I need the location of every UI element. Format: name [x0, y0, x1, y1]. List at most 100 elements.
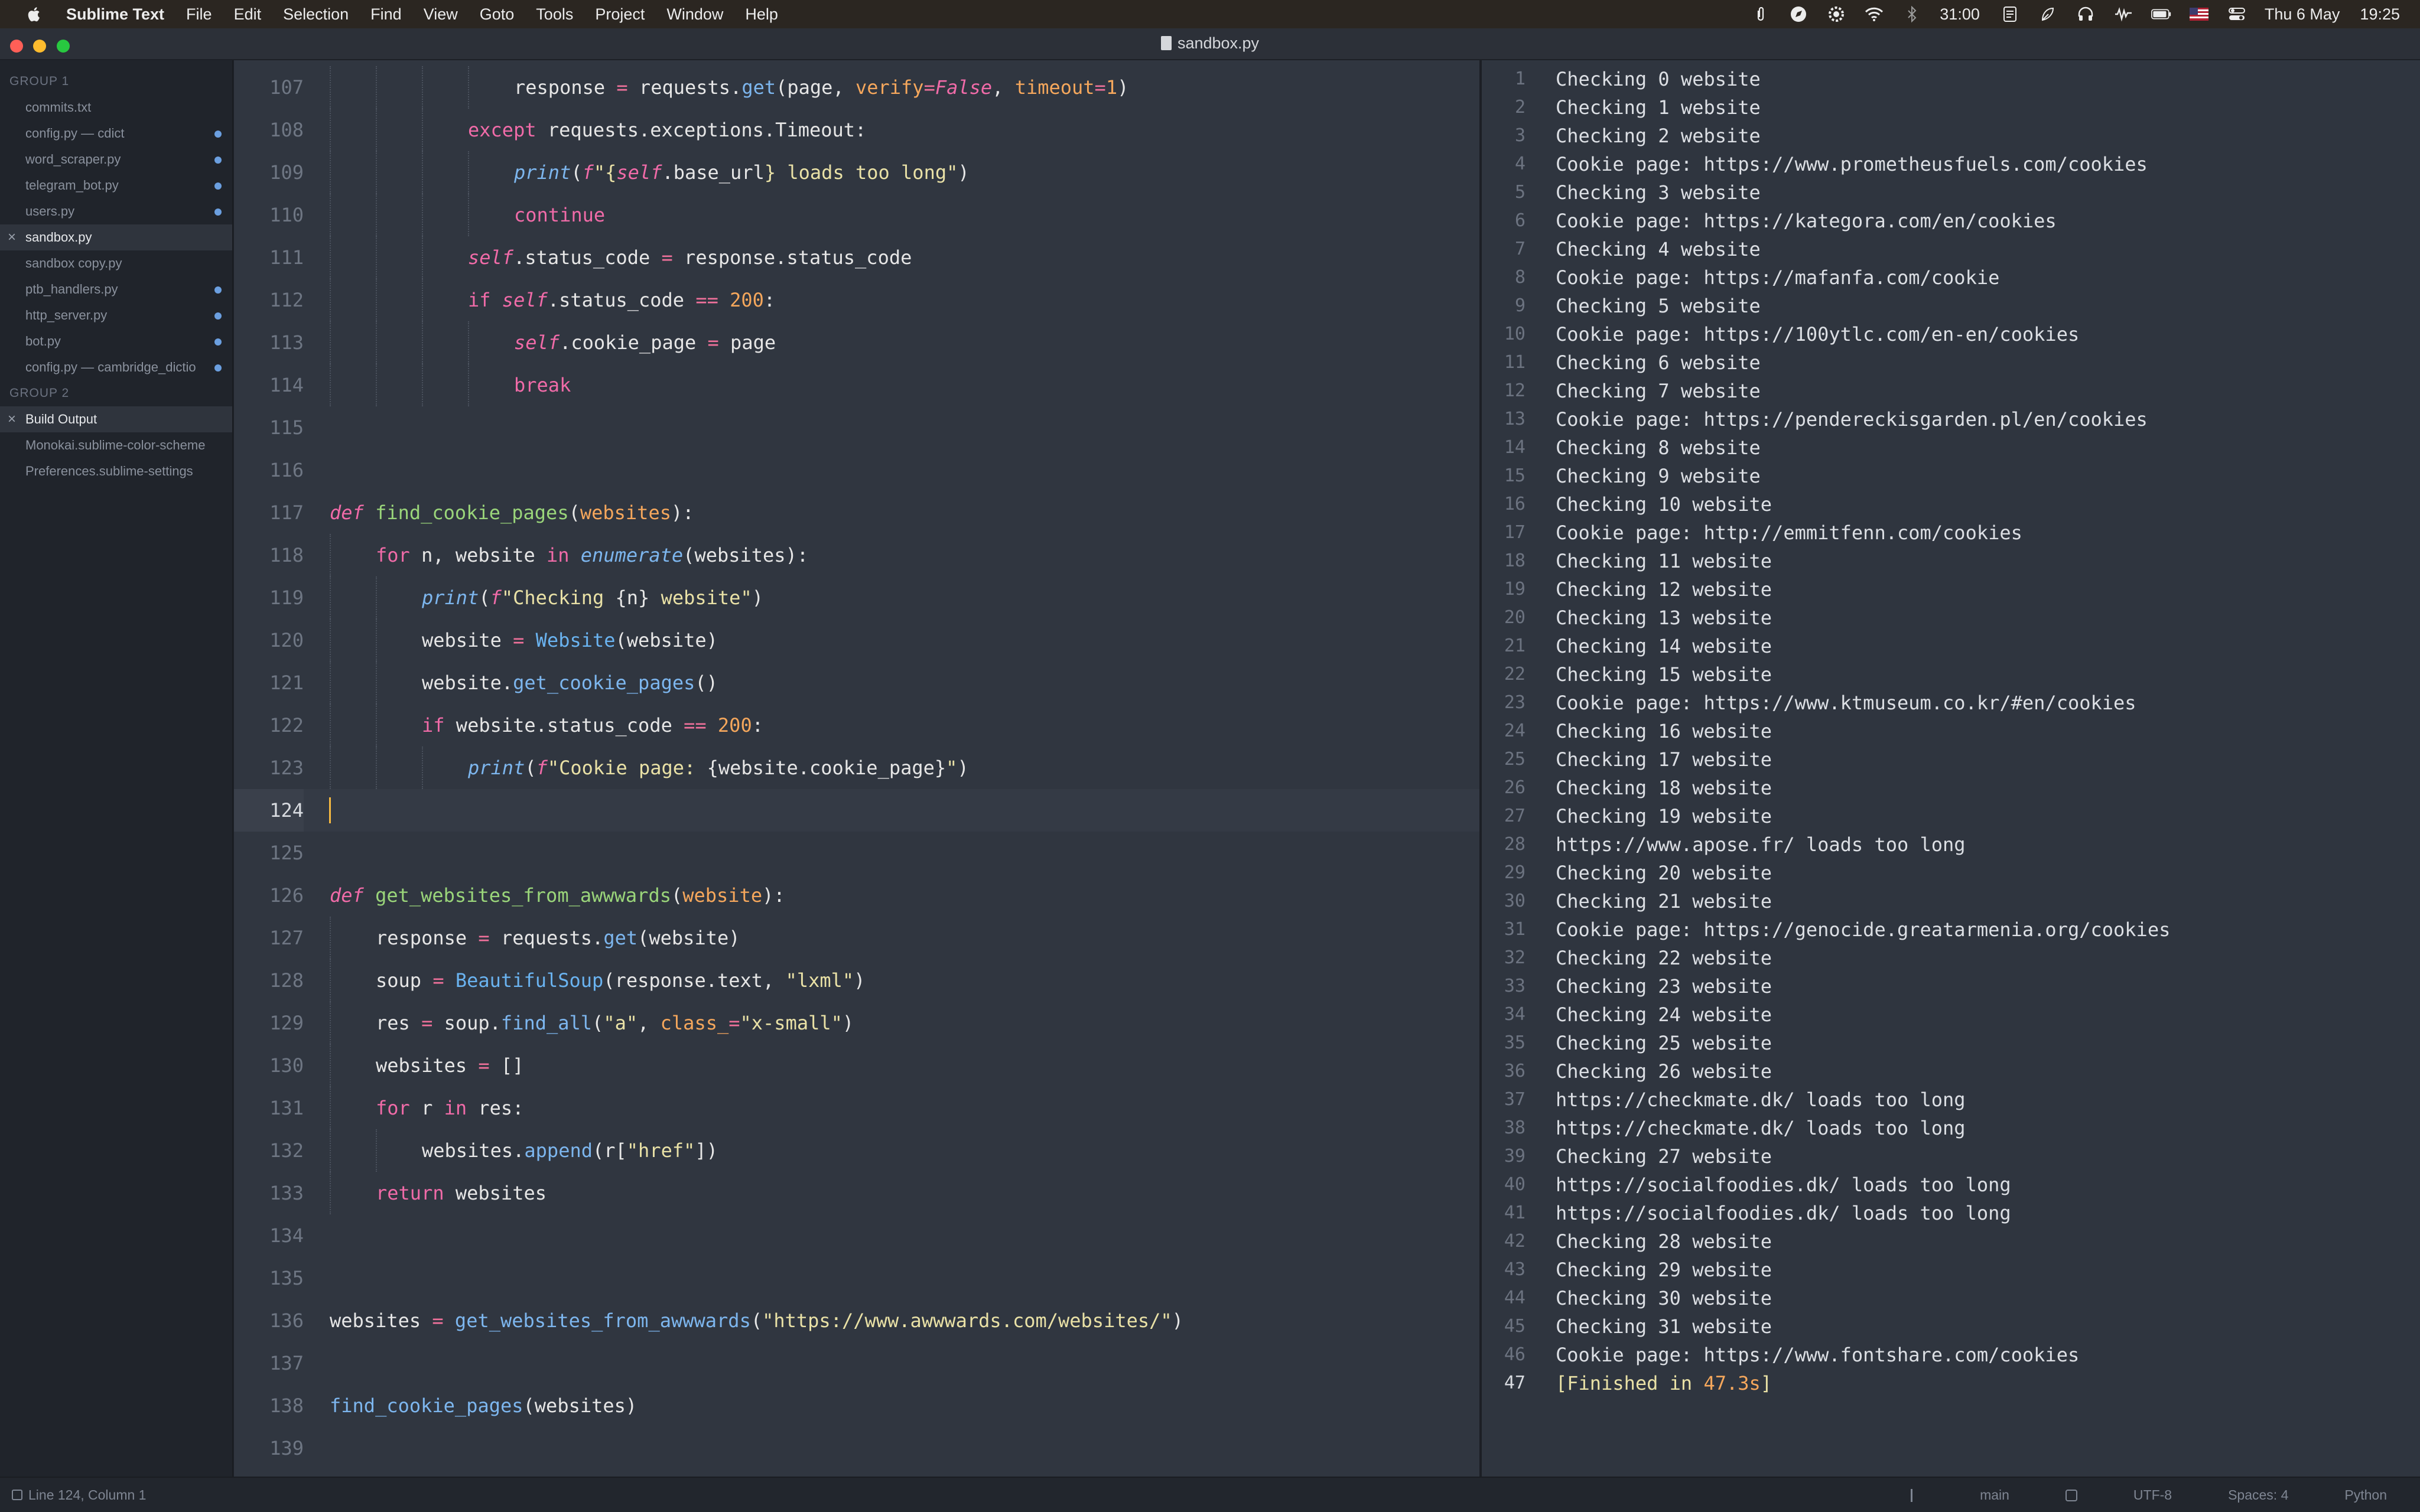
code-line[interactable]: 129 res = soup.find_all("a", class_="x-sm…	[234, 1002, 1479, 1044]
code-line[interactable]: 134	[234, 1214, 1479, 1257]
output-line[interactable]: 22 Checking 15 website	[1482, 660, 2420, 689]
notes-icon[interactable]	[2000, 5, 2020, 23]
output-line[interactable]: 1 Checking 0 website	[1482, 65, 2420, 93]
output-line[interactable]: 24 Checking 16 website	[1482, 717, 2420, 745]
menu-tools[interactable]: Tools	[536, 5, 573, 24]
git-branch[interactable]: main	[1855, 1478, 2077, 1512]
code-line[interactable]: 113 self.cookie_page = page	[234, 321, 1479, 364]
code-line[interactable]: 126 def get_websites_from_awwwards(websit…	[234, 874, 1479, 917]
output-line[interactable]: 3 Checking 2 website	[1482, 122, 2420, 150]
output-line[interactable]: 39 Checking 27 website	[1482, 1142, 2420, 1171]
menu-file[interactable]: File	[186, 5, 212, 24]
output-line[interactable]: 8 Cookie page: https://mafanfa.com/cookie	[1482, 263, 2420, 292]
code-line[interactable]: 117 def find_cookie_pages(websites):	[234, 491, 1479, 534]
output-line[interactable]: 38 https://checkmate.dk/ loads too long	[1482, 1114, 2420, 1142]
panel-toggle-icon[interactable]	[12, 1490, 22, 1500]
code-line[interactable]: 123 print(f"Cookie page: {website.cookie_…	[234, 747, 1479, 789]
output-line[interactable]: 20 Checking 13 website	[1482, 604, 2420, 632]
output-finished-line[interactable]: 47 [Finished in 47.3s]	[1482, 1369, 2420, 1397]
output-line[interactable]: 14 Checking 8 website	[1482, 434, 2420, 462]
menubar-timer[interactable]: 31:00	[1940, 5, 1980, 24]
code-line[interactable]: 109 print(f"{self.base_url} loads too lon…	[234, 151, 1479, 194]
output-line[interactable]: 44 Checking 30 website	[1482, 1284, 2420, 1312]
build-output-pane[interactable]: 1 Checking 0 website 2 Checking 1 website 3 C…	[1482, 60, 2420, 1477]
output-line[interactable]: 26 Checking 18 website	[1482, 774, 2420, 802]
output-line[interactable]: 23 Cookie page: https://www.ktmuseum.co.k…	[1482, 689, 2420, 717]
menubar-date[interactable]: Thu 6 May	[2265, 5, 2340, 24]
output-line[interactable]: 17 Cookie page: http://emmitfenn.com/cook…	[1482, 519, 2420, 547]
code-line[interactable]: 121 website.get_cookie_pages()	[234, 662, 1479, 704]
output-line[interactable]: 27 Checking 19 website	[1482, 802, 2420, 830]
waveform-icon[interactable]	[2113, 5, 2133, 23]
sidebar-file-item[interactable]: word_scraper.py	[0, 146, 232, 172]
menu-project[interactable]: Project	[595, 5, 645, 24]
sidebar-file-item[interactable]: telegram_bot.py	[0, 172, 232, 198]
code-line[interactable]: 124	[234, 789, 1479, 832]
code-line[interactable]: 125	[234, 832, 1479, 874]
output-line[interactable]: 5 Checking 3 website	[1482, 178, 2420, 207]
sidebar-file-item[interactable]: × sandbox.py	[0, 224, 232, 250]
code-line[interactable]: 132 websites.append(r["href"])	[234, 1129, 1479, 1172]
control-center-icon[interactable]	[2227, 5, 2247, 23]
output-line[interactable]: 31 Cookie page: https://genocide.greatarm…	[1482, 915, 2420, 944]
file-encoding[interactable]: UTF-8	[2133, 1478, 2172, 1512]
output-line[interactable]: 2 Checking 1 website	[1482, 93, 2420, 122]
code-line[interactable]: 116	[234, 449, 1479, 491]
output-line[interactable]: 7 Checking 4 website	[1482, 235, 2420, 263]
sidebar-file-item[interactable]: bot.py	[0, 328, 232, 354]
wifi-icon[interactable]	[1864, 5, 1884, 23]
compass-icon[interactable]	[1788, 5, 1809, 23]
sidebar-file-item[interactable]: × Build Output	[0, 406, 232, 432]
output-line[interactable]: 6 Cookie page: https://kategora.com/en/co…	[1482, 207, 2420, 235]
menu-window[interactable]: Window	[666, 5, 723, 24]
menu-selection[interactable]: Selection	[283, 5, 349, 24]
output-line[interactable]: 18 Checking 11 website	[1482, 547, 2420, 575]
output-line[interactable]: 42 Checking 28 website	[1482, 1227, 2420, 1256]
code-line[interactable]: 108 except requests.exceptions.Timeout:	[234, 109, 1479, 151]
code-line[interactable]: 114 break	[234, 364, 1479, 406]
close-icon[interactable]: ×	[8, 406, 16, 432]
menu-goto[interactable]: Goto	[480, 5, 515, 24]
output-line[interactable]: 29 Checking 20 website	[1482, 859, 2420, 887]
code-line[interactable]: 136 websites = get_websites_from_awwwards…	[234, 1299, 1479, 1342]
menubar-clock[interactable]: 19:25	[2360, 5, 2400, 24]
output-line[interactable]: 4 Cookie page: https://www.prometheusfuel…	[1482, 150, 2420, 178]
code-line[interactable]: 133 return websites	[234, 1172, 1479, 1214]
sidebar-file-item[interactable]: http_server.py	[0, 302, 232, 328]
indentation-setting[interactable]: Spaces: 4	[2228, 1478, 2288, 1512]
headphones-icon[interactable]	[2076, 5, 2096, 23]
sidebar-file-item[interactable]: commits.txt	[0, 94, 232, 120]
code-line[interactable]: 122 if website.status_code == 200:	[234, 704, 1479, 747]
code-line[interactable]: 135	[234, 1257, 1479, 1299]
output-line[interactable]: 21 Checking 14 website	[1482, 632, 2420, 660]
sidebar-file-item[interactable]: config.py — cambridge_dictio	[0, 354, 232, 380]
code-editor[interactable]: 107 response = requests.get(page, verify=…	[234, 60, 1479, 1477]
output-line[interactable]: 15 Checking 9 website	[1482, 462, 2420, 490]
code-line[interactable]: 128 soup = BeautifulSoup(response.text, "…	[234, 959, 1479, 1002]
menu-view[interactable]: View	[424, 5, 458, 24]
output-line[interactable]: 36 Checking 26 website	[1482, 1057, 2420, 1086]
output-line[interactable]: 11 Checking 6 website	[1482, 348, 2420, 377]
cursor-position[interactable]: Line 124, Column 1	[28, 1478, 146, 1512]
code-line[interactable]: 120 website = Website(website)	[234, 619, 1479, 662]
output-line[interactable]: 45 Checking 31 website	[1482, 1312, 2420, 1341]
leaf-icon[interactable]	[2038, 5, 2058, 23]
code-line[interactable]: 130 websites = []	[234, 1044, 1479, 1087]
close-icon[interactable]: ×	[8, 224, 16, 250]
output-line[interactable]: 33 Checking 23 website	[1482, 972, 2420, 1001]
output-line[interactable]: 10 Cookie page: https://100ytlc.com/en-en…	[1482, 320, 2420, 348]
sidebar-file-item[interactable]: users.py	[0, 198, 232, 224]
code-line[interactable]: 137	[234, 1342, 1479, 1384]
sidebar-file-item[interactable]: ptb_handlers.py	[0, 276, 232, 302]
flag-icon[interactable]	[2189, 5, 2209, 23]
sidebar-file-item[interactable]: Monokai.sublime-color-scheme	[0, 432, 232, 458]
output-line[interactable]: 19 Checking 12 website	[1482, 575, 2420, 604]
code-line[interactable]: 118 for n, website in enumerate(websites)…	[234, 534, 1479, 576]
code-line[interactable]: 112 if self.status_code == 200:	[234, 279, 1479, 321]
code-line[interactable]: 139	[234, 1427, 1479, 1469]
output-line[interactable]: 9 Checking 5 website	[1482, 292, 2420, 320]
gear-badge-icon[interactable]	[1826, 5, 1846, 23]
bluetooth-icon[interactable]	[1902, 5, 1922, 23]
battery-icon[interactable]	[2151, 5, 2171, 23]
output-line[interactable]: 46 Cookie page: https://www.fontshare.com…	[1482, 1341, 2420, 1369]
